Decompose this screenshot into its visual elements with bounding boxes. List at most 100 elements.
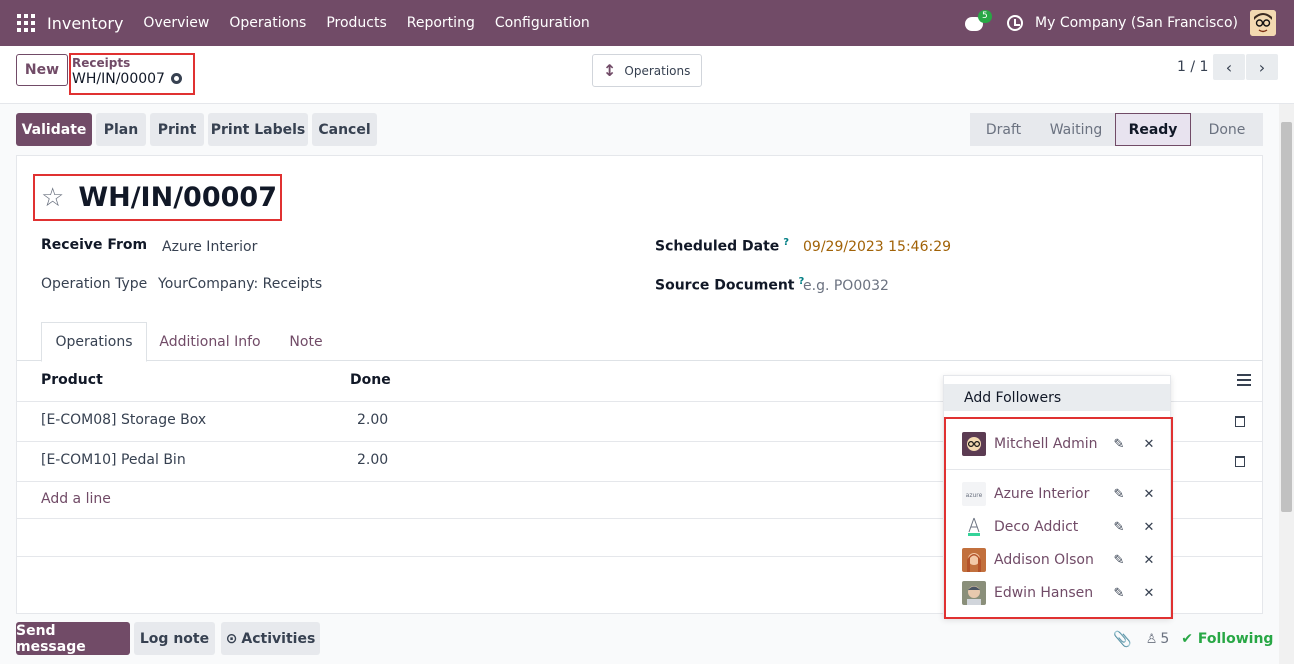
plan-button[interactable]: Plan [96, 113, 146, 146]
gear-icon[interactable] [170, 73, 182, 84]
pencil-icon[interactable]: ✎ [1106, 437, 1132, 452]
followers-count[interactable]: 5 [1160, 631, 1169, 647]
print-button[interactable]: Print [150, 113, 204, 146]
svg-text:azure: azure [966, 492, 983, 499]
follower-item[interactable]: azure Azure Interior ✎ ✕ [962, 482, 1162, 506]
operation-type-field[interactable]: YourCompany: Receipts [158, 276, 322, 292]
close-icon[interactable]: ✕ [1139, 437, 1159, 452]
stage-waiting[interactable]: Waiting [1037, 113, 1115, 146]
column-header-done[interactable]: Done [350, 372, 391, 388]
follower-item[interactable]: Mitchell Admin ✎ ✕ [962, 432, 1162, 456]
pencil-icon[interactable]: ✎ [1106, 487, 1132, 502]
add-a-line-link[interactable]: Add a line [41, 491, 111, 507]
avatar: azure [962, 482, 986, 506]
pager-next-button[interactable]: › [1246, 54, 1278, 80]
record-title: WH/IN/00007 [78, 182, 277, 213]
scheduled-date-field[interactable]: 09/29/2023 15:46:29 [803, 239, 951, 255]
activities-label: Activities [241, 630, 316, 647]
pencil-icon[interactable]: ✎ [1106, 553, 1132, 568]
followers-list: Mitchell Admin ✎ ✕ azure Azure Interior … [944, 417, 1173, 619]
breadcrumb-parent-link[interactable]: Receipts [72, 56, 193, 70]
app-menu-grid-icon[interactable] [17, 14, 35, 32]
chatter-topbar-right: 📎 ♙ 5 ✔ Following [1113, 630, 1273, 648]
following-button[interactable]: ✔ Following [1181, 631, 1273, 647]
pencil-icon[interactable]: ✎ [1106, 586, 1132, 601]
avatar [962, 432, 986, 456]
close-icon[interactable]: ✕ [1139, 487, 1159, 502]
receive-from-field[interactable]: Azure Interior [162, 239, 257, 255]
validate-button[interactable]: Validate [16, 113, 92, 146]
close-icon[interactable]: ✕ [1139, 520, 1159, 535]
stage-ready[interactable]: Ready [1115, 113, 1191, 146]
follower-item[interactable]: Edwin Hansen ✎ ✕ [962, 581, 1162, 605]
follower-name[interactable]: Addison Olson [994, 552, 1106, 568]
star-icon[interactable]: ☆ [41, 185, 64, 211]
follower-name[interactable]: Edwin Hansen [994, 585, 1106, 601]
pager-previous-button[interactable]: ‹ [1213, 54, 1245, 80]
status-bar: Draft Waiting Ready Done [970, 113, 1263, 146]
trash-icon[interactable] [1235, 456, 1245, 467]
breadcrumb-current: WH/IN/00007 [72, 70, 193, 88]
breadcrumb: Receipts WH/IN/00007 [69, 53, 195, 95]
pencil-icon[interactable]: ✎ [1106, 520, 1132, 535]
up-down-arrows-icon: ↕ [603, 61, 617, 80]
operations-smart-button[interactable]: ↕ Operations [592, 54, 702, 87]
close-icon[interactable]: ✕ [1139, 553, 1159, 568]
chat-icon[interactable]: 5 [965, 10, 992, 32]
paperclip-icon[interactable]: 📎 [1113, 630, 1132, 648]
top-navbar: Inventory Overview Operations Products R… [0, 0, 1294, 46]
follower-item[interactable]: Addison Olson ✎ ✕ [962, 548, 1162, 572]
scrollbar-thumb[interactable] [1281, 122, 1292, 512]
tab-additional-info[interactable]: Additional Info [151, 322, 269, 361]
table-row-product[interactable]: [E-COM10] Pedal Bin [41, 452, 186, 468]
optional-columns-icon[interactable] [1237, 374, 1251, 386]
person-icon[interactable]: ♙ [1146, 632, 1158, 647]
user-avatar[interactable] [1250, 10, 1276, 36]
app-name[interactable]: Inventory [47, 14, 123, 33]
activity-clock-icon[interactable] [1007, 15, 1024, 31]
company-switcher[interactable]: My Company (San Francisco) [1035, 15, 1238, 31]
control-panel: New Receipts WH/IN/00007 ↕ Operations 1 … [0, 46, 1294, 104]
help-tooltip-icon[interactable]: ? [783, 237, 789, 248]
table-row-product[interactable]: [E-COM08] Storage Box [41, 412, 206, 428]
cancel-button[interactable]: Cancel [312, 113, 377, 146]
table-row-done[interactable]: 2.00 [357, 412, 388, 428]
follower-name[interactable]: Azure Interior [994, 486, 1106, 502]
chevron-right-icon: › [1258, 57, 1266, 77]
source-document-input[interactable]: e.g. PO0032 [803, 278, 889, 294]
tab-operations[interactable]: Operations [41, 322, 147, 362]
breadcrumb-current-label: WH/IN/00007 [72, 71, 165, 87]
stage-done[interactable]: Done [1191, 113, 1263, 146]
chevron-left-icon: ‹ [1225, 57, 1233, 77]
follower-name[interactable]: Deco Addict [994, 519, 1106, 535]
print-labels-button[interactable]: Print Labels [208, 113, 308, 146]
menu-configuration[interactable]: Configuration [485, 15, 600, 31]
follower-item[interactable]: Deco Addict ✎ ✕ [962, 515, 1162, 539]
log-note-button[interactable]: Log note [134, 622, 215, 655]
menu-products[interactable]: Products [316, 15, 396, 31]
source-document-label-text: Source Document [655, 277, 795, 294]
scheduled-date-label: Scheduled Date? [655, 237, 789, 255]
tab-note[interactable]: Note [273, 322, 339, 361]
menu-operations[interactable]: Operations [219, 15, 316, 31]
column-header-product[interactable]: Product [41, 372, 103, 388]
receive-from-label: Receive From [41, 237, 148, 253]
divider [946, 469, 1171, 470]
scheduled-date-label-text: Scheduled Date [655, 238, 780, 255]
menu-reporting[interactable]: Reporting [397, 15, 485, 31]
new-button[interactable]: New [16, 54, 68, 86]
operation-type-label: Operation Type [41, 276, 148, 292]
pager-value[interactable]: 1 / 1 [1177, 59, 1208, 75]
avatar [962, 581, 986, 605]
send-message-button[interactable]: Send message [16, 622, 130, 655]
close-icon[interactable]: ✕ [1139, 586, 1159, 601]
add-followers-item[interactable]: Add Followers [944, 384, 1170, 411]
table-row-done[interactable]: 2.00 [357, 452, 388, 468]
trash-icon[interactable] [1235, 416, 1245, 427]
activities-button[interactable]: ⊙ Activities [221, 622, 320, 655]
source-document-label: Source Document? [655, 276, 804, 294]
avatar [962, 515, 986, 539]
stage-draft[interactable]: Draft [970, 113, 1037, 146]
menu-overview[interactable]: Overview [133, 15, 219, 31]
follower-name[interactable]: Mitchell Admin [994, 436, 1106, 452]
